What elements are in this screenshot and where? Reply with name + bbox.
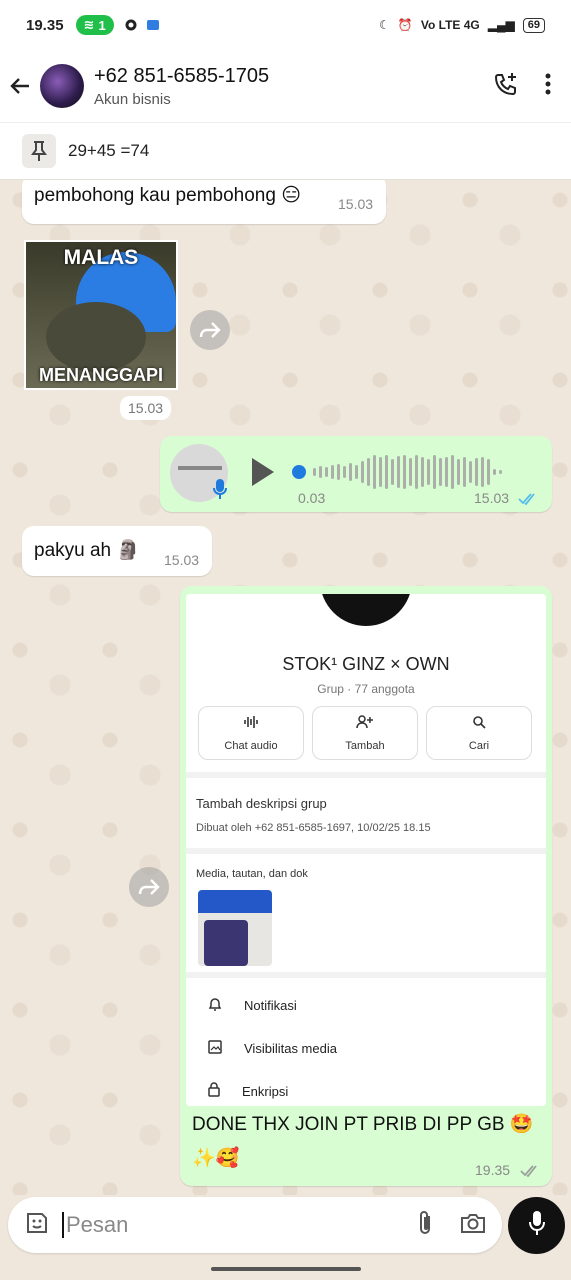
pinned-text: 29+45 =74 [68,141,150,160]
more-options-icon[interactable] [545,73,551,100]
group-subtitle: Grup · 77 anggota [317,682,415,696]
avatar[interactable] [40,64,84,108]
message-input[interactable]: Pesan [62,1212,128,1238]
group-avatar [320,594,412,626]
media-section: Media, tautan, dan dok [186,854,546,972]
alarm-icon: ⏰ [397,18,413,32]
media-title: Media, tautan, dan dok [196,868,308,880]
settings-section: Notifikasi Visibilitas media Enkripsi [186,978,546,1106]
voice-message[interactable]: 0.03 15.03 [160,436,552,512]
search-icon [472,715,486,732]
sticker-face-shape [46,302,146,372]
group-description-section: Tambah deskripsi grup Dibuat oleh +62 85… [186,778,546,848]
pinned-message-bar[interactable]: 29+45 =74 [0,122,571,180]
description-created: Dibuat oleh +62 851-6585-1697, 10/02/25 … [196,822,431,834]
image-caption: DONE THX JOIN PT PRIB DI PP GB 🤩 [192,1114,534,1135]
group-info-section: STOK¹ GINZ × OWN Grup · 77 anggota Chat … [186,594,546,772]
pin-icon [22,134,56,168]
chat-area[interactable]: pembohong kau pembohong 😑 15.03 MALAS ME… [0,180,571,1195]
group-name: STOK¹ GINZ × OWN [282,654,450,674]
image-caption-emoji: ✨🥰 [192,1148,240,1169]
wifi-icon: ≋ [83,17,95,32]
add-call-icon[interactable] [493,71,519,102]
forward-icon[interactable] [129,867,169,907]
status-time: 19.35 [26,16,64,34]
menu-item-notifications: Notifikasi [208,996,297,1015]
contact-title[interactable]: +62 851-6585-1705 Akun bisnis [94,65,269,108]
message-time: 19.35 [475,1162,511,1178]
voice-duration: 0.03 [298,490,326,506]
sticker-image[interactable]: MALAS MENANGGAPI [24,240,178,390]
microphone-icon [212,478,228,505]
media-thumbnail [198,890,272,966]
image-message[interactable]: STOK¹ GINZ × OWN Grup · 77 anggota Chat … [180,586,552,1186]
back-arrow-icon[interactable] [0,75,40,97]
play-button[interactable] [252,458,274,486]
delivered-icon [520,1164,540,1182]
waveform-progress-dot[interactable] [292,465,306,479]
attachment-icon[interactable] [418,1210,432,1241]
message-text: pakyu ah 🗿 [34,540,141,561]
image-icon [208,1040,222,1057]
battery-indicator: 69 [522,17,545,33]
camera-icon[interactable] [460,1212,486,1239]
screenshot-image[interactable]: STOK¹ GINZ × OWN Grup · 77 anggota Chat … [186,594,546,1106]
message-time: 15.03 [338,196,374,212]
settings-icon [124,18,138,32]
sticker-icon[interactable] [24,1210,50,1241]
sticker-time: 15.03 [120,396,172,420]
message-incoming[interactable]: pembohong kau pembohong 😑 15.03 [22,180,386,224]
chat-audio-button: Chat audio [198,706,304,760]
microphone-icon [528,1210,546,1241]
message-incoming[interactable]: pakyu ah 🗿 15.03 [22,526,212,576]
moon-icon: ☾ [379,18,390,32]
add-person-icon [356,714,374,732]
message-composer[interactable]: Pesan [8,1197,502,1253]
status-bar: 19.35 ≋ 1 ☾ ⏰ Vo LTE 4G ▂▄▆ 69 [0,0,571,50]
menu-item-encryption: Enkripsi [208,1082,288,1100]
message-time: 15.03 [164,552,200,568]
forward-icon[interactable] [190,310,230,350]
hotspot-badge: ≋ 1 [75,15,114,35]
search-button: Cari [426,706,532,760]
lock-icon [208,1082,220,1100]
add-member-button: Tambah [312,706,418,760]
sticker-bottom-text: MENANGGAPI [38,365,163,385]
audio-wave-icon [243,715,259,732]
status-right: ☾ ⏰ Vo LTE 4G ▂▄▆ 69 [379,17,545,33]
cloud-icon [146,18,160,32]
message-text: pembohong kau pembohong 😑 [34,185,302,206]
waveform[interactable] [292,454,532,490]
contact-name: +62 851-6585-1705 [94,64,270,87]
signal-icon: ▂▄▆ [487,18,515,32]
description-title: Tambah deskripsi grup [196,796,327,811]
read-receipt-icon [518,492,538,510]
contact-subtitle: Akun bisnis [94,90,171,108]
home-indicator[interactable] [211,1267,361,1271]
chat-header: +62 851-6585-1705 Akun bisnis [0,50,571,122]
voice-record-button[interactable] [508,1197,565,1254]
network-label: Vo LTE 4G [420,18,480,32]
voice-time: 15.03 [474,490,510,506]
bell-icon [208,996,222,1015]
menu-item-media-visibility: Visibilitas media [208,1040,337,1057]
sticker-top-text: MALAS [63,246,139,269]
